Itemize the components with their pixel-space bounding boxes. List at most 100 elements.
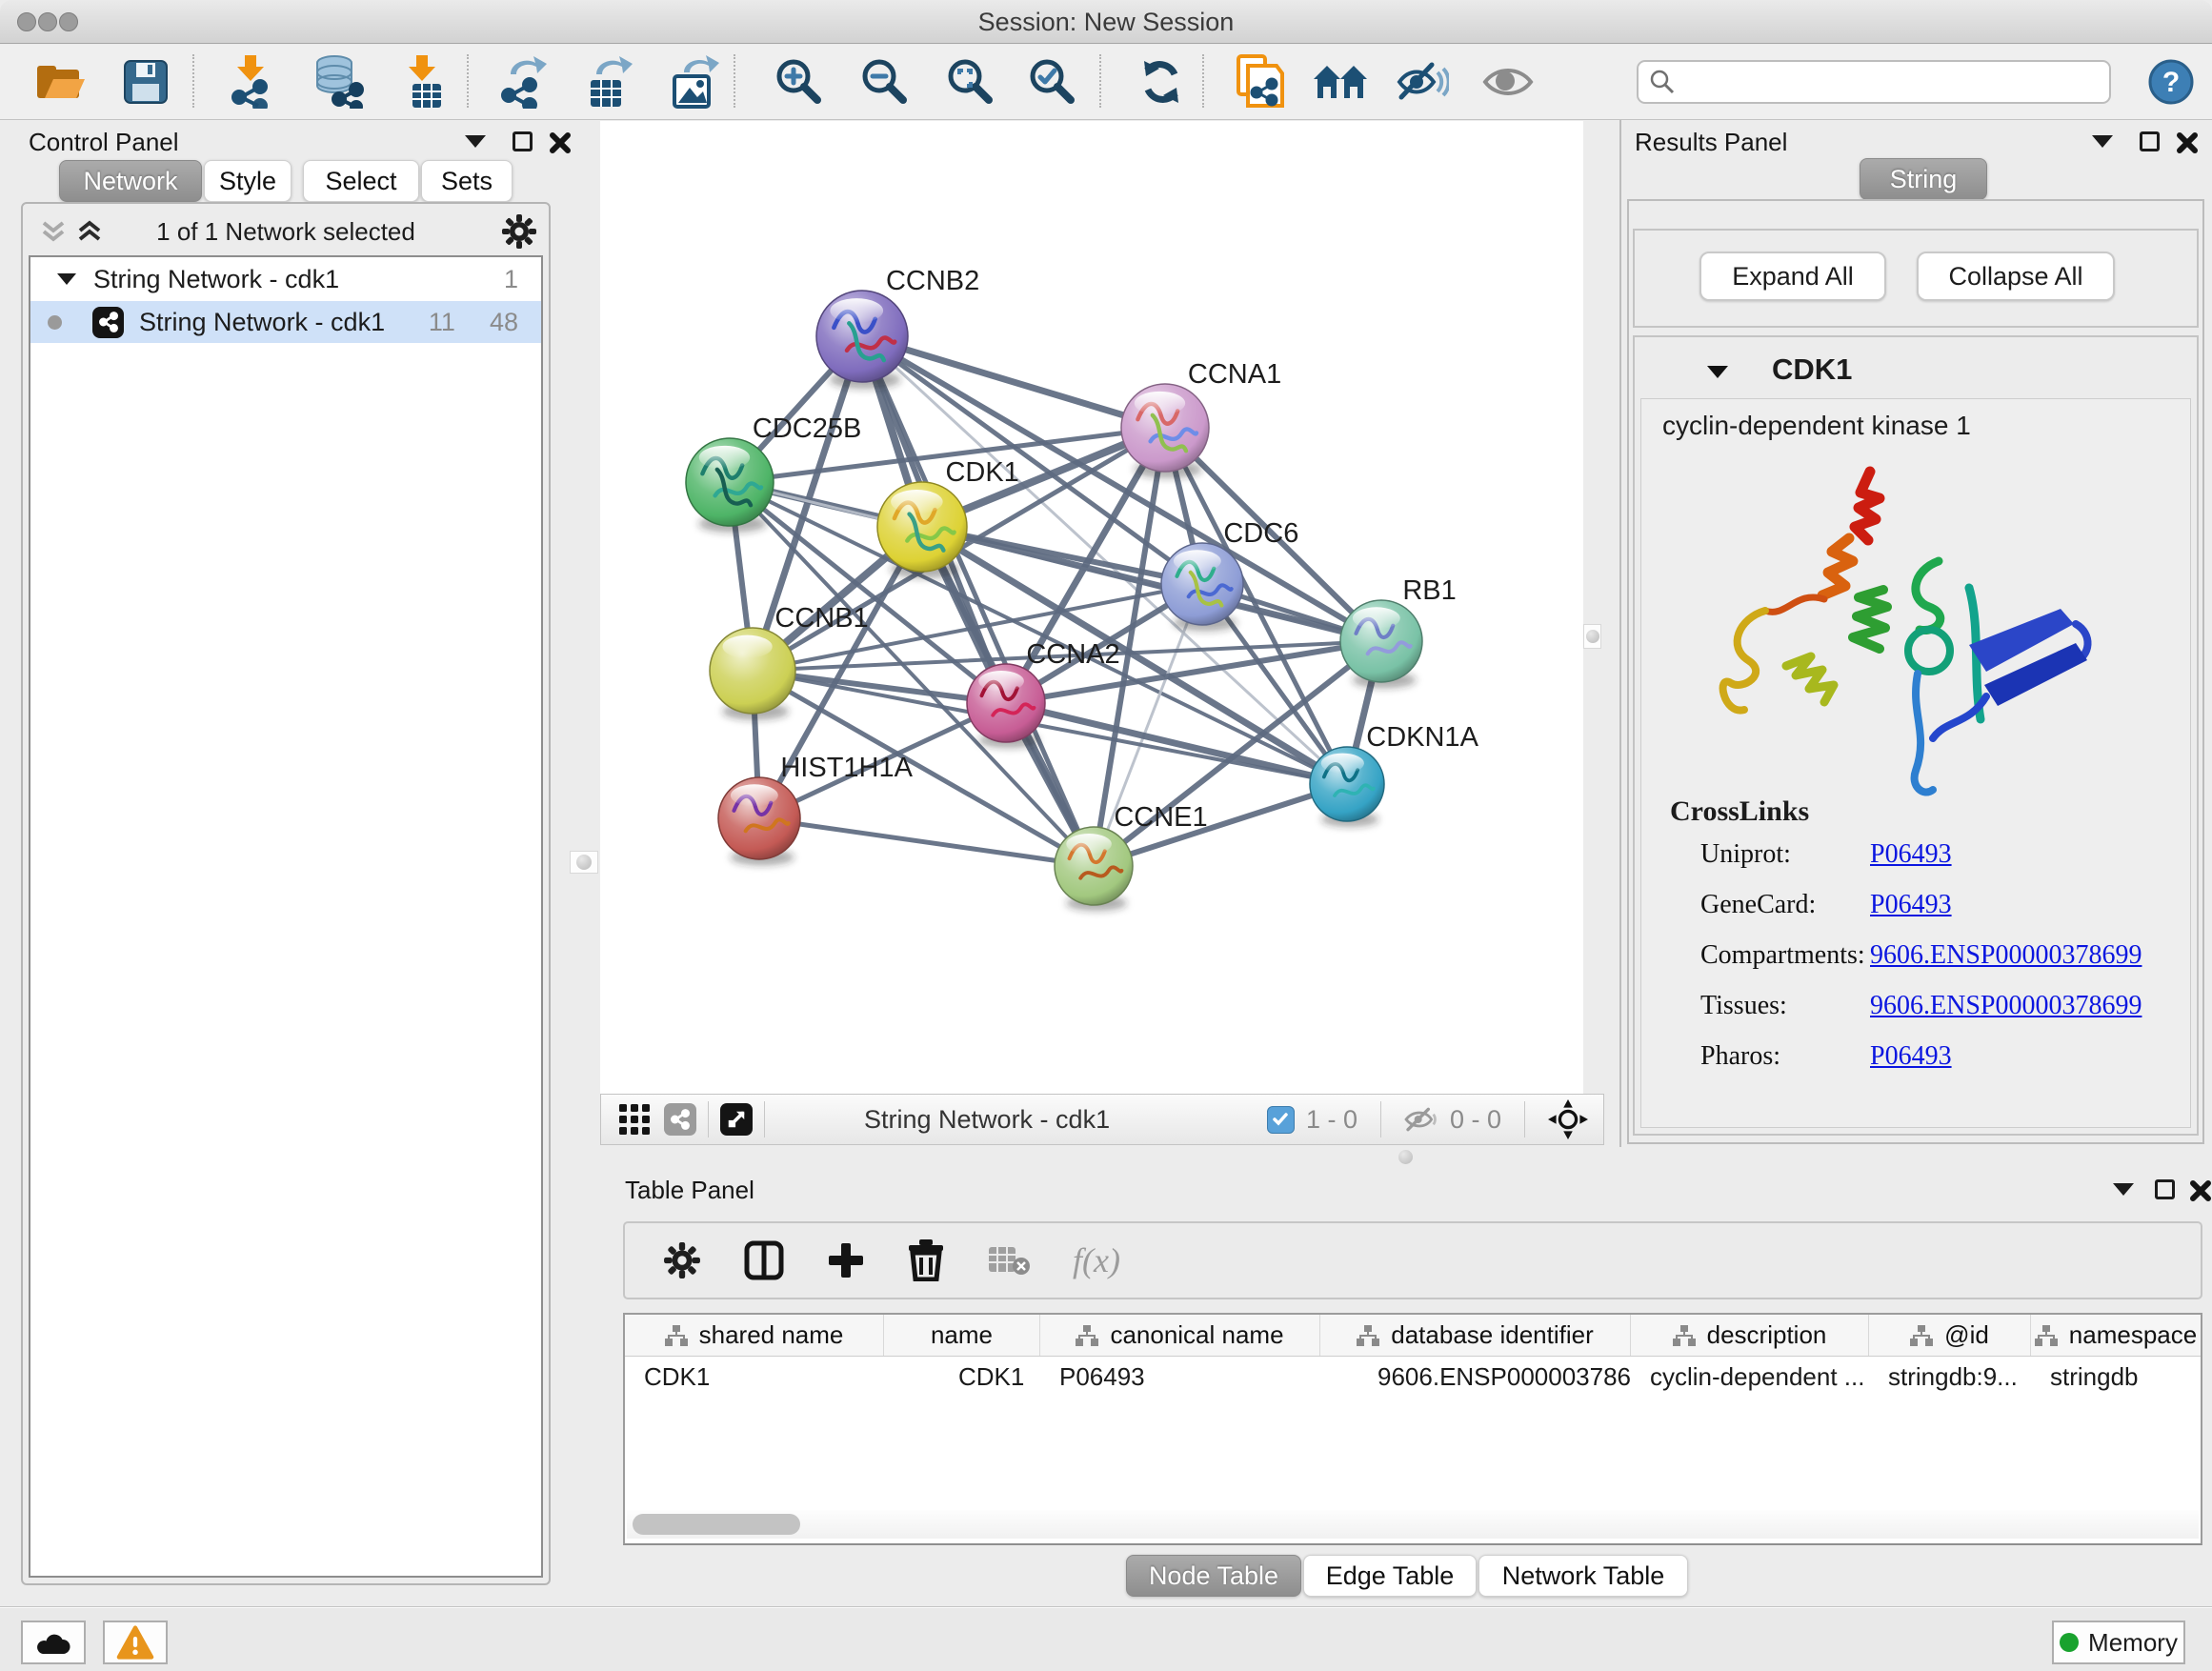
column-header[interactable]: canonical name <box>1040 1315 1320 1356</box>
close-window-button[interactable] <box>17 12 36 31</box>
cell-id[interactable]: stringdb:9... <box>1869 1357 2031 1397</box>
import-network-from-file-button[interactable] <box>219 52 286 111</box>
tab-style[interactable]: Style <box>204 160 292 202</box>
memory-button[interactable]: Memory <box>2052 1621 2185 1664</box>
vertical-splitter-handle[interactable] <box>570 851 598 874</box>
expand-all-button[interactable]: Expand All <box>1699 252 1886 301</box>
network-edge-CCNB2-CCNA1[interactable] <box>862 336 1165 428</box>
network-collection-label: String Network - cdk1 <box>93 265 339 294</box>
cell-database-identifier[interactable]: 9606.ENSP00000378699 <box>1320 1357 1631 1397</box>
zoom-window-button[interactable] <box>59 12 78 31</box>
column-header[interactable]: shared name <box>625 1315 884 1356</box>
vertical-splitter-handle[interactable] <box>1583 624 1601 649</box>
birds-eye-view-icon[interactable] <box>1548 1099 1588 1139</box>
panel-menu-icon[interactable] <box>465 135 486 148</box>
network-options-gear-icon[interactable] <box>501 213 537 250</box>
show-grid-button[interactable] <box>618 1103 651 1136</box>
tree-expander-icon[interactable] <box>57 273 76 285</box>
search-field[interactable] <box>1637 60 2111 104</box>
hide-selection-button[interactable] <box>1389 52 1456 111</box>
gene-collapse-icon[interactable] <box>1707 366 1728 378</box>
zoom-in-button[interactable] <box>766 52 833 111</box>
export-image-button[interactable] <box>661 52 728 111</box>
panel-close-icon[interactable] <box>549 131 572 154</box>
results-panel-divider[interactable] <box>1619 120 1621 1147</box>
network-tree-root-row[interactable]: String Network - cdk1 1 <box>30 257 541 301</box>
first-neighbors-button[interactable] <box>1307 52 1374 111</box>
cell-canonical-name[interactable]: P06493 <box>1040 1357 1320 1397</box>
delete-column-trash-icon[interactable] <box>907 1239 945 1281</box>
crosslink-value-link[interactable]: 9606.ENSP00000378699 <box>1870 940 2177 991</box>
selected-indicator-checkbox[interactable] <box>1267 1106 1295 1134</box>
network-node-CCNE1[interactable]: CCNE1 <box>1055 802 1208 911</box>
hidden-node-edge-count: 0 - 0 <box>1450 1105 1501 1135</box>
panel-float-icon[interactable] <box>2155 1179 2175 1199</box>
network-node-CDK1[interactable]: CDK1 <box>877 457 1019 578</box>
open-session-button[interactable] <box>27 52 93 111</box>
warnings-button[interactable] <box>103 1621 168 1664</box>
column-header[interactable]: description <box>1631 1315 1869 1356</box>
cell-shared-name[interactable]: CDK1 <box>625 1357 884 1397</box>
tab-edge-table[interactable]: Edge Table <box>1303 1555 1477 1597</box>
network-edge-CCNB2-CCNE1[interactable] <box>862 336 1094 866</box>
export-table-button[interactable] <box>575 52 642 111</box>
network-tree-row-selected[interactable]: String Network - cdk1 11 48 <box>30 301 541 343</box>
panel-close-icon[interactable] <box>2189 1179 2212 1202</box>
column-header[interactable]: namespace <box>2031 1315 2201 1356</box>
cell-namespace[interactable]: stringdb <box>2031 1357 2201 1397</box>
export-network-button[interactable] <box>490 52 556 111</box>
network-canvas[interactable]: CCNB2CCNA1CDC25BCDK1CDC6RB1CCNB1CCNA2CDK… <box>600 121 1583 1094</box>
hidden-eye-slash-icon[interactable] <box>1404 1106 1438 1133</box>
table-horizontal-scrollbar[interactable] <box>627 1510 2199 1539</box>
panel-close-icon[interactable] <box>2176 131 2199 154</box>
panel-menu-icon[interactable] <box>2113 1183 2134 1196</box>
column-header[interactable]: database identifier <box>1320 1315 1631 1356</box>
network-node-CDKN1A[interactable]: CDKN1A <box>1310 722 1479 827</box>
search-input[interactable] <box>1684 68 2084 97</box>
network-graph[interactable]: CCNB2CCNA1CDC25BCDK1CDC6RB1CCNB1CCNA2CDK… <box>600 121 1583 1094</box>
tab-network[interactable]: Network <box>59 160 202 202</box>
tab-select[interactable]: Select <box>303 160 419 202</box>
tab-network-table[interactable]: Network Table <box>1478 1555 1688 1597</box>
zoom-selected-button[interactable] <box>1019 52 1086 111</box>
svg-text:?: ? <box>2162 67 2180 98</box>
panel-float-icon[interactable] <box>513 131 533 151</box>
horizontal-splitter-handle[interactable] <box>1398 1150 1413 1164</box>
zoom-fit-button[interactable] <box>937 52 1004 111</box>
collapse-all-button[interactable]: Collapse All <box>1917 252 2115 301</box>
delete-table-icon-disabled <box>987 1243 1031 1278</box>
apply-layout-button[interactable] <box>1128 52 1195 111</box>
table-row[interactable]: CDK1 CDK1 P06493 9606.ENSP00000378699 cy… <box>625 1357 2201 1397</box>
cloud-status-button[interactable] <box>21 1621 86 1664</box>
tab-sets[interactable]: Sets <box>421 160 513 202</box>
panel-float-icon[interactable] <box>2140 131 2160 151</box>
network-node-RB1[interactable]: RB1 <box>1340 575 1457 688</box>
crosslink-value-link[interactable]: 9606.ENSP00000378699 <box>1870 991 2177 1041</box>
new-network-from-selection-button[interactable] <box>1227 52 1294 111</box>
column-header[interactable]: @id <box>1869 1315 2031 1356</box>
detach-view-button[interactable] <box>720 1103 753 1136</box>
import-network-from-database-button[interactable] <box>305 52 372 111</box>
network-edge-HIST1H1A-CCNE1[interactable] <box>759 818 1094 866</box>
network-view-string-icon[interactable] <box>664 1103 696 1136</box>
save-session-button[interactable] <box>112 52 179 111</box>
show-columns-icon[interactable] <box>743 1239 785 1281</box>
table-options-gear-icon[interactable] <box>663 1241 701 1279</box>
crosslink-value-link[interactable]: P06493 <box>1870 1041 2177 1092</box>
minimize-window-button[interactable] <box>38 12 57 31</box>
column-header[interactable]: name <box>884 1315 1040 1356</box>
tab-node-table[interactable]: Node Table <box>1126 1555 1301 1597</box>
scrollbar-thumb[interactable] <box>633 1514 800 1535</box>
show-all-button[interactable] <box>1475 52 1541 111</box>
cell-description[interactable]: cyclin-dependent ... <box>1631 1357 1869 1397</box>
add-column-icon[interactable] <box>827 1241 865 1279</box>
import-table-from-file-button[interactable] <box>391 52 457 111</box>
tab-string-results[interactable]: String <box>1860 158 1987 200</box>
zoom-out-button[interactable] <box>852 52 918 111</box>
help-button[interactable]: ? <box>2138 52 2204 111</box>
network-node-HIST1H1A[interactable]: HIST1H1A <box>718 753 914 865</box>
panel-menu-icon[interactable] <box>2092 135 2113 148</box>
cell-name[interactable]: CDK1 <box>884 1357 1040 1397</box>
crosslink-value-link[interactable]: P06493 <box>1870 890 2177 940</box>
crosslink-value-link[interactable]: P06493 <box>1870 839 2177 890</box>
